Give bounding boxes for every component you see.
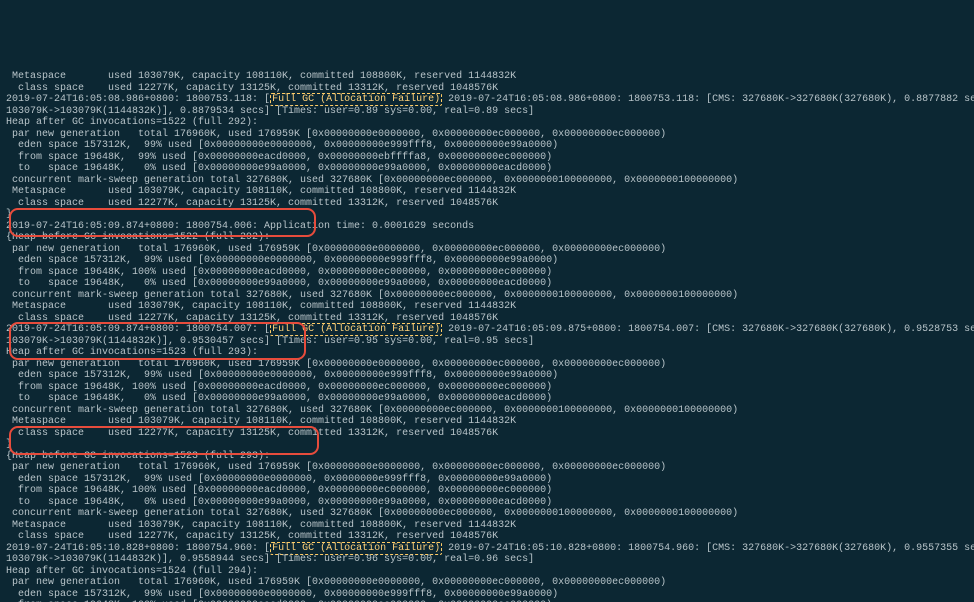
log-line: Metaspace used 103079K, capacity 108110K… xyxy=(6,301,516,312)
log-line: par new generation total 176960K, used 1… xyxy=(6,129,666,140)
log-line: to space 19648K, 0% used [0x00000000e99a… xyxy=(6,497,552,508)
log-line: from space 19648K, 100% used [0x00000000… xyxy=(6,267,552,278)
log-line: 2019-07-24T16:05:08.986+0800: 1800753.11… xyxy=(6,93,974,106)
log-line: concurrent mark-sweep generation total 3… xyxy=(6,405,738,416)
log-line: 103079K->103079K(1144832K)], 0.9530457 s… xyxy=(6,336,534,347)
log-line: eden space 157312K, 99% used [0x00000000… xyxy=(6,255,558,266)
log-line: eden space 157312K, 99% used [0x00000000… xyxy=(6,370,558,381)
log-line: concurrent mark-sweep generation total 3… xyxy=(6,175,738,186)
full-gc-highlight: Full GC (Allocation Failure) xyxy=(270,323,442,336)
log-line: from space 19648K, 100% used [0x00000000… xyxy=(6,382,552,393)
log-line: Heap after GC invocations=1523 (full 293… xyxy=(6,347,258,358)
log-line: eden space 157312K, 99% used [0x00000000… xyxy=(6,140,558,151)
log-line: eden space 157312K, 99% used [0x00000000… xyxy=(6,589,558,600)
log-line: concurrent mark-sweep generation total 3… xyxy=(6,290,738,301)
log-line: from space 19648K, 100% used [0x00000000… xyxy=(6,600,552,602)
log-line: {Heap before GC invocations=1523 (full 2… xyxy=(6,451,270,462)
log-line: to space 19648K, 0% used [0x00000000e99a… xyxy=(6,163,552,174)
log-line: par new generation total 176960K, used 1… xyxy=(6,244,666,255)
log-line: Metaspace used 103079K, capacity 108110K… xyxy=(6,520,516,531)
log-line: from space 19648K, 99% used [0x00000000e… xyxy=(6,152,552,163)
log-line: Heap after GC invocations=1524 (full 294… xyxy=(6,566,258,577)
log-line: 103079K->103079K(1144832K)], 0.8879534 s… xyxy=(6,106,534,117)
log-line: class space used 12277K, capacity 13125K… xyxy=(6,428,498,439)
log-line: class space used 12277K, capacity 13125K… xyxy=(6,531,498,542)
log-line: } xyxy=(6,209,12,220)
log-line: Metaspace used 103079K, capacity 108110K… xyxy=(6,71,516,82)
log-line: 2019-07-24T16:05:09.874+0800: 1800754.00… xyxy=(6,323,974,336)
log-line: 2019-07-24T16:05:09.874+0800: 1800754.00… xyxy=(6,221,474,232)
log-line: class space used 12277K, capacity 13125K… xyxy=(6,198,498,209)
log-line: Metaspace used 103079K, capacity 108110K… xyxy=(6,416,516,427)
full-gc-highlight: Full GC (Allocation Failure) xyxy=(270,93,442,106)
full-gc-highlight: Full GC (Allocation Failure) xyxy=(270,542,442,555)
log-line: par new generation total 176960K, used 1… xyxy=(6,359,666,370)
log-line: {Heap before GC invocations=1522 (full 2… xyxy=(6,232,270,243)
log-line: par new generation total 176960K, used 1… xyxy=(6,577,666,588)
log-line: from space 19648K, 100% used [0x00000000… xyxy=(6,485,552,496)
log-line: eden space 157312K, 99% used [0x00000000… xyxy=(6,474,552,485)
log-line: class space used 12277K, capacity 13125K… xyxy=(6,83,498,94)
gc-log-terminal[interactable]: Metaspace used 103079K, capacity 108110K… xyxy=(0,58,974,602)
log-line: 103079K->103079K(1144832K)], 0.9558944 s… xyxy=(6,554,534,565)
log-line: to space 19648K, 0% used [0x00000000e99a… xyxy=(6,393,552,404)
log-line: par new generation total 176960K, used 1… xyxy=(6,462,666,473)
log-line: } xyxy=(6,439,12,450)
log-line: concurrent mark-sweep generation total 3… xyxy=(6,508,738,519)
log-line: 2019-07-24T16:05:10.828+0800: 1800754.96… xyxy=(6,542,974,555)
log-line: class space used 12277K, capacity 13125K… xyxy=(6,313,498,324)
log-line: to space 19648K, 0% used [0x00000000e99a… xyxy=(6,278,552,289)
log-line: Heap after GC invocations=1522 (full 292… xyxy=(6,117,258,128)
log-line: Metaspace used 103079K, capacity 108110K… xyxy=(6,186,516,197)
